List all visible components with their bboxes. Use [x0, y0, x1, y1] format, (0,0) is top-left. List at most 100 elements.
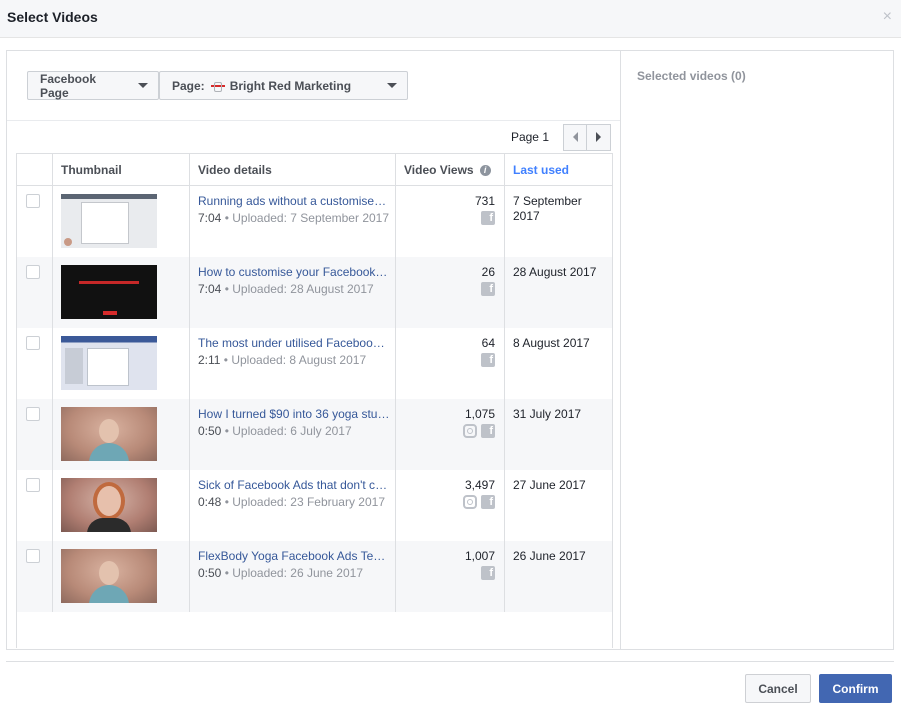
table-row[interactable]: The most under utilised Facebook ads fea…: [17, 328, 612, 399]
video-meta: 0:50 • Uploaded: 6 July 2017: [198, 423, 390, 439]
table-row[interactable]: Sick of Facebook Ads that don't convert?…: [17, 470, 612, 541]
video-thumbnail[interactable]: [61, 478, 157, 532]
dialog-title: Select Videos: [7, 9, 98, 25]
video-meta: 7:04 • Uploaded: 7 September 2017: [198, 210, 390, 226]
last-used-date: 28 August 2017: [513, 265, 597, 279]
source-type-dropdown[interactable]: Facebook Page: [27, 71, 159, 100]
video-views-count: 3,497: [464, 478, 495, 492]
platform-icons: f: [463, 495, 495, 509]
facebook-icon: f: [481, 282, 495, 296]
video-thumbnail[interactable]: [61, 265, 157, 319]
thumbnail-cell: [52, 257, 189, 328]
details-cell: How I turned $90 into 36 yoga students 0…: [189, 399, 395, 470]
last-used-cell: 7 September 2017: [504, 186, 612, 257]
table-row[interactable]: FlexBody Yoga Facebook Ads Testimonial 0…: [17, 541, 612, 612]
video-views-count: 1,007: [464, 549, 495, 563]
video-views-count: 64: [481, 336, 495, 350]
video-thumbnail[interactable]: [61, 549, 157, 603]
thumbnail-cell: [52, 541, 189, 612]
instagram-icon: [463, 495, 477, 509]
video-views-count: 731: [474, 194, 495, 208]
video-upload-date: • Uploaded: 23 February 2017: [221, 495, 385, 509]
video-browser-panel: Facebook Page Page: Bright Red Marketing…: [6, 50, 621, 650]
views-cell: 26 f: [395, 257, 504, 328]
platform-icons: f: [481, 566, 495, 580]
last-used-date: 31 July 2017: [513, 407, 582, 421]
video-thumbnail[interactable]: [61, 194, 157, 248]
header-video-details: Video details: [189, 154, 395, 186]
video-title-link[interactable]: Sick of Facebook Ads that don't convert?: [198, 478, 390, 492]
table-header: Thumbnail Video details Video Views i Las…: [17, 154, 612, 186]
video-title-link[interactable]: How to customise your Facebook ads thumb…: [198, 265, 390, 279]
last-used-date: 7 September 2017: [513, 194, 582, 223]
views-cell: 731 f: [395, 186, 504, 257]
confirm-button[interactable]: Confirm: [819, 674, 892, 703]
video-duration: 2:11: [198, 353, 221, 367]
select-cell: [17, 186, 52, 257]
selected-videos-panel: Selected videos (0): [620, 50, 894, 650]
row-checkbox[interactable]: [26, 549, 40, 563]
video-meta: 2:11 • Uploaded: 8 August 2017: [198, 352, 390, 368]
video-title-link[interactable]: How I turned $90 into 36 yoga students: [198, 407, 390, 421]
video-title-link[interactable]: FlexBody Yoga Facebook Ads Testimonial: [198, 549, 390, 563]
video-upload-date: • Uploaded: 6 July 2017: [221, 424, 352, 438]
table-row[interactable]: Running ads without a customised thumbna…: [17, 186, 612, 257]
video-upload-date: • Uploaded: 28 August 2017: [221, 282, 374, 296]
views-cell: 3,497 f: [395, 470, 504, 541]
platform-icons: f: [481, 282, 495, 296]
last-used-date: 8 August 2017: [513, 336, 590, 350]
thumbnail-cell: [52, 328, 189, 399]
footer-divider: [6, 661, 894, 662]
instagram-icon: [463, 424, 477, 438]
info-icon[interactable]: i: [479, 165, 491, 177]
video-upload-date: • Uploaded: 26 June 2017: [221, 566, 364, 580]
chevron-left-icon: [572, 132, 578, 142]
table-row[interactable]: How I turned $90 into 36 yoga students 0…: [17, 399, 612, 470]
selected-videos-count: Selected videos (0): [637, 69, 746, 83]
video-title-link[interactable]: Running ads without a customised thumbna…: [198, 194, 390, 208]
page-number-label: Page 1: [510, 130, 549, 144]
last-used-cell: 31 July 2017: [504, 399, 612, 470]
video-duration: 0:50: [198, 424, 222, 438]
views-cell: 64 f: [395, 328, 504, 399]
select-cell: [17, 399, 52, 470]
row-checkbox[interactable]: [26, 265, 40, 279]
facebook-icon: f: [481, 495, 495, 509]
header-video-views[interactable]: Video Views i: [395, 154, 504, 186]
row-checkbox[interactable]: [26, 407, 40, 421]
table-row[interactable]: How to customise your Facebook ads thumb…: [17, 257, 612, 328]
filter-bar: Facebook Page Page: Bright Red Marketing: [7, 51, 620, 121]
cancel-button[interactable]: Cancel: [745, 674, 811, 703]
pagination: Page 1: [511, 123, 611, 151]
select-cell: [17, 257, 52, 328]
views-cell: 1,007 f: [395, 541, 504, 612]
row-checkbox[interactable]: [26, 336, 40, 350]
video-meta: 7:04 • Uploaded: 28 August 2017: [198, 281, 390, 297]
row-checkbox[interactable]: [26, 194, 40, 208]
details-cell: FlexBody Yoga Facebook Ads Testimonial 0…: [189, 541, 395, 612]
video-thumbnail[interactable]: [61, 336, 157, 390]
last-used-cell: 27 June 2017: [504, 470, 612, 541]
next-page-button[interactable]: [587, 123, 611, 151]
videos-table: Thumbnail Video details Video Views i Las…: [16, 153, 613, 648]
last-used-cell: 8 August 2017: [504, 328, 612, 399]
header-last-used[interactable]: Last used: [504, 154, 612, 186]
prev-page-button[interactable]: [563, 123, 587, 151]
details-cell: Sick of Facebook Ads that don't convert?…: [189, 470, 395, 541]
dialog-header: Select Videos ×: [0, 0, 901, 38]
platform-icons: f: [463, 424, 495, 438]
video-thumbnail[interactable]: [61, 407, 157, 461]
last-used-date: 26 June 2017: [513, 549, 586, 563]
row-checkbox[interactable]: [26, 478, 40, 492]
header-select-column: [17, 154, 52, 186]
page-select-dropdown[interactable]: Page: Bright Red Marketing: [159, 71, 408, 100]
close-icon[interactable]: ×: [883, 9, 892, 25]
thumbnail-cell: [52, 186, 189, 257]
page-logo-icon: [210, 81, 225, 92]
facebook-icon: f: [481, 353, 495, 367]
chevron-right-icon: [596, 132, 601, 142]
video-title-link[interactable]: The most under utilised Facebook ads fea…: [198, 336, 390, 350]
page-name-label: Bright Red Marketing: [229, 78, 352, 93]
video-duration: 0:50: [198, 566, 222, 580]
details-cell: The most under utilised Facebook ads fea…: [189, 328, 395, 399]
